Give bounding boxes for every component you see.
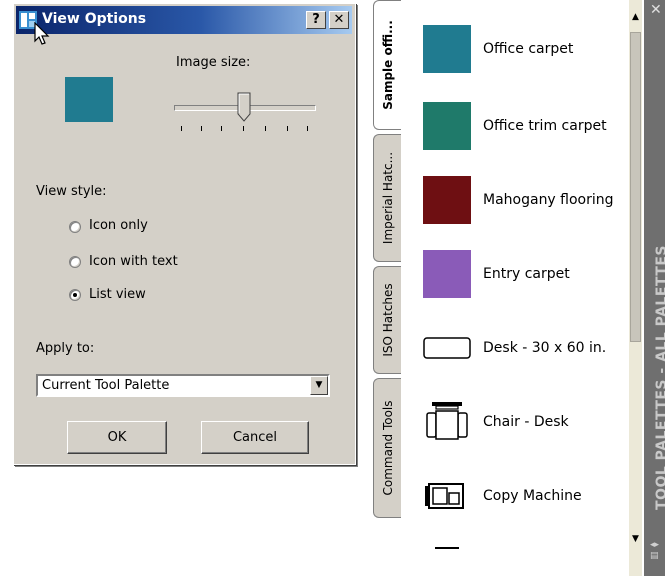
hatch-swatch: [423, 25, 471, 73]
tab-label: ISO Hatches: [380, 283, 395, 357]
radio-icon-only-label[interactable]: Icon only: [89, 218, 148, 233]
palette-item-label: Chair - Desk: [483, 414, 569, 430]
palette-item-label: Office trim carpet: [483, 118, 607, 134]
palette-item-label: Office carpet: [483, 41, 574, 57]
slider-tick: [265, 126, 266, 131]
close-icon[interactable]: ✕: [650, 2, 662, 18]
tab-iso-hatches[interactable]: ISO Hatches: [373, 266, 401, 374]
radio-icon-only[interactable]: [69, 221, 81, 233]
palette-item-label: Desk - 30 x 60 in.: [483, 340, 607, 356]
tab-imperial-hatches[interactable]: Imperial Hatc...: [373, 134, 401, 262]
scroll-up-icon[interactable]: ▲: [632, 12, 639, 22]
slider-tick: [287, 126, 288, 131]
radio-list-view-label[interactable]: List view: [89, 287, 146, 302]
apply-to-select[interactable]: Current Tool Palette ▼: [36, 374, 330, 397]
palette-item-partial[interactable]: [421, 540, 625, 576]
help-button[interactable]: ?: [306, 11, 326, 29]
radio-icon-with-text-label[interactable]: Icon with text: [89, 254, 178, 269]
slider-tick: [221, 126, 222, 131]
palette-item-mahogany-flooring[interactable]: Mahogany flooring: [421, 170, 625, 230]
slider-tick: [307, 126, 308, 131]
view-style-label: View style:: [36, 184, 107, 199]
properties-icon[interactable]: ◂▸ ▤: [650, 540, 659, 562]
palette-item-entry-carpet[interactable]: Entry carpet: [421, 244, 625, 304]
palette-item-copy-machine[interactable]: Copy Machine: [421, 466, 625, 526]
partial-item-icon: [435, 547, 459, 549]
image-preview-swatch: [65, 77, 113, 122]
image-size-label: Image size:: [176, 55, 251, 70]
dialog-titlebar[interactable]: View Options ? ✕: [16, 6, 352, 34]
tab-sample-office[interactable]: Sample offi...: [373, 0, 401, 130]
ok-button[interactable]: OK: [67, 421, 167, 454]
palette-item-label: Entry carpet: [483, 266, 570, 282]
scroll-down-icon[interactable]: ▼: [632, 534, 639, 544]
slider-tick: [181, 126, 182, 131]
palette-item-chair-desk[interactable]: Chair - Desk: [421, 392, 625, 452]
palette-item-office-trim-carpet[interactable]: Office trim carpet: [421, 96, 625, 156]
slider-tick: [243, 126, 244, 131]
apply-to-selected-value: Current Tool Palette: [42, 378, 170, 393]
chair-icon: [426, 402, 468, 440]
mouse-pointer-icon: [34, 22, 50, 45]
copy-machine-icon: [425, 483, 464, 509]
hatch-swatch: [423, 250, 471, 298]
view-options-dialog: View Options ? ✕ Image size: View style:…: [13, 3, 356, 465]
image-size-slider-thumb[interactable]: [237, 92, 251, 122]
palette-item-office-carpet[interactable]: Office carpet: [421, 19, 625, 79]
dialog-title: View Options: [42, 11, 147, 27]
palette-item-label: Copy Machine: [483, 488, 582, 504]
apply-to-label: Apply to:: [36, 341, 95, 356]
palette-item-label: Mahogany flooring: [483, 192, 614, 208]
chevron-down-icon[interactable]: ▼: [310, 376, 328, 395]
cancel-button[interactable]: Cancel: [201, 421, 309, 454]
tool-palette: Sample offi... Imperial Hatc... ISO Hatc…: [367, 0, 665, 576]
radio-list-view[interactable]: [69, 289, 81, 301]
palette-side-title: TOOL PALETTES - ALL PALETTES: [654, 245, 665, 510]
hatch-swatch: [423, 102, 471, 150]
tab-label: Imperial Hatc...: [380, 151, 395, 245]
tab-command-tools[interactable]: Command Tools: [373, 378, 401, 518]
tab-label: Command Tools: [380, 400, 395, 496]
hatch-swatch: [423, 176, 471, 224]
slider-tick: [201, 126, 202, 131]
tab-label: Sample offi...: [380, 20, 395, 110]
radio-icon-with-text[interactable]: [69, 256, 81, 268]
palette-scrollbar-thumb[interactable]: [630, 32, 641, 342]
close-button[interactable]: ✕: [329, 11, 349, 29]
desk-icon: [423, 337, 471, 359]
palette-item-desk[interactable]: Desk - 30 x 60 in.: [421, 318, 625, 378]
